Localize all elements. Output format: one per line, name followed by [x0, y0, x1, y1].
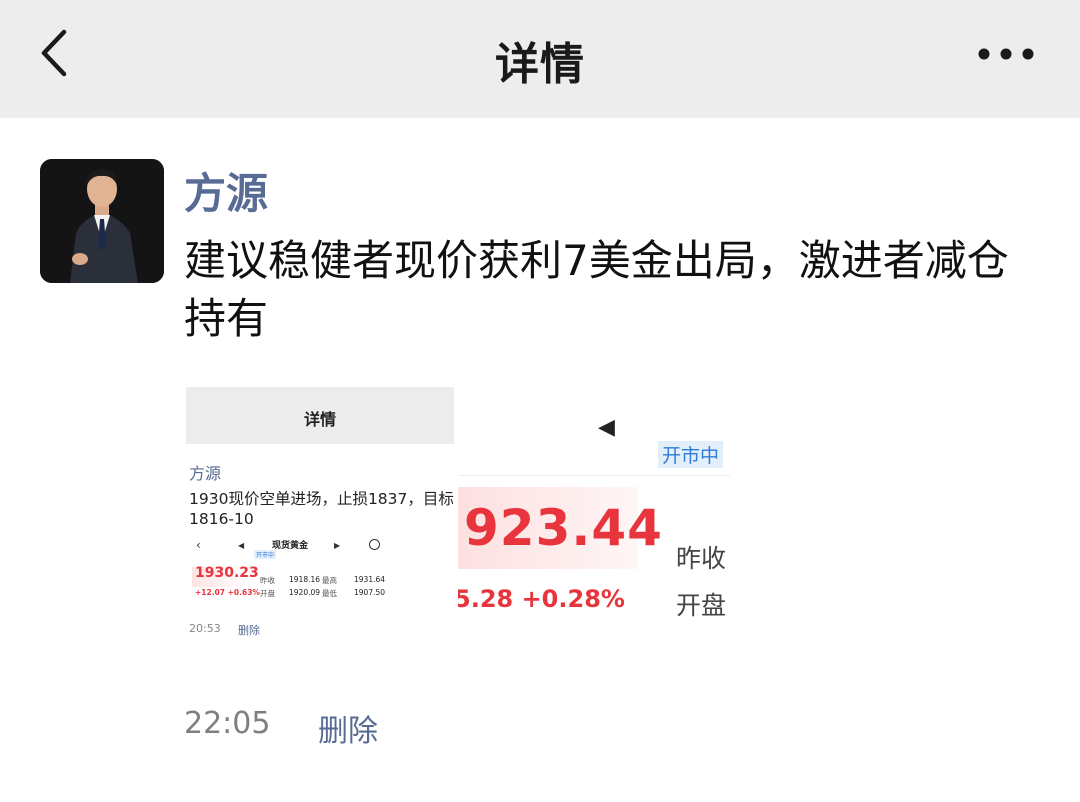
- image1-low-label: 最低: [322, 589, 337, 598]
- image1-back-icon: ‹: [196, 538, 201, 552]
- image1-author: 方源: [189, 464, 222, 483]
- post-text: 建议稳健者现价获利7美金出局，激进者减仓持有: [184, 236, 1009, 343]
- avatar-photo: [40, 159, 164, 283]
- image2-prev-icon: ◀: [598, 415, 615, 440]
- image1-prev-icon: ◀: [238, 541, 245, 550]
- image2-open-label: 开盘: [676, 591, 727, 620]
- image1-open: 1920.09: [289, 588, 321, 597]
- image1-prev-close: 1918.16: [289, 575, 321, 584]
- image1-next-icon: ▶: [334, 541, 341, 550]
- avatar[interactable]: [40, 159, 164, 283]
- image2-divider: [458, 475, 730, 476]
- image1-text-line1: 1930现价空单进场，止损1837，目标: [189, 490, 454, 508]
- image1-time: 20:53: [189, 622, 221, 635]
- image1-delete: 删除: [238, 624, 260, 637]
- image1-low: 1907.50: [354, 588, 386, 597]
- image2-prev-close-label: 昨收: [676, 544, 727, 573]
- page-title: 详情: [495, 39, 585, 90]
- image1-header-title: 详情: [186, 387, 454, 444]
- delete-button[interactable]: 删除: [318, 706, 378, 750]
- author-name[interactable]: 方源: [184, 160, 268, 221]
- image1-change: +12.07 +0.63%: [195, 588, 260, 597]
- image1-high: 1931.64: [354, 575, 386, 584]
- post-time: 22:05: [184, 706, 271, 741]
- image1-high-label: 最高: [322, 576, 337, 585]
- navbar: 详情: [0, 0, 1080, 118]
- image2-change: 5.28 +0.28%: [458, 585, 625, 613]
- image2-status-badge: 开市中: [658, 441, 724, 468]
- image1-status-badge: 开市中: [254, 550, 277, 559]
- attachment-image-2[interactable]: ◀ 开市中 923.44 5.28 +0.28% 昨收 开盘: [458, 387, 730, 647]
- image1-clock-icon: [369, 539, 380, 550]
- image1-prev-close-label: 昨收: [260, 576, 275, 585]
- more-horizontal-icon: [978, 48, 1034, 60]
- image1-quote-title: 现货黄金: [272, 541, 309, 551]
- image1-text-line2: 1816-10: [189, 510, 254, 528]
- image1-price: 1930.23: [195, 565, 259, 581]
- image1-open-label: 开盘: [260, 589, 275, 598]
- image2-price: 923.44: [464, 499, 663, 557]
- attachment-image-1[interactable]: 详情 方源 1930现价空单进场，止损1837，目标 1816-10 ‹ ◀ 现…: [186, 387, 454, 647]
- more-button[interactable]: [976, 40, 1036, 68]
